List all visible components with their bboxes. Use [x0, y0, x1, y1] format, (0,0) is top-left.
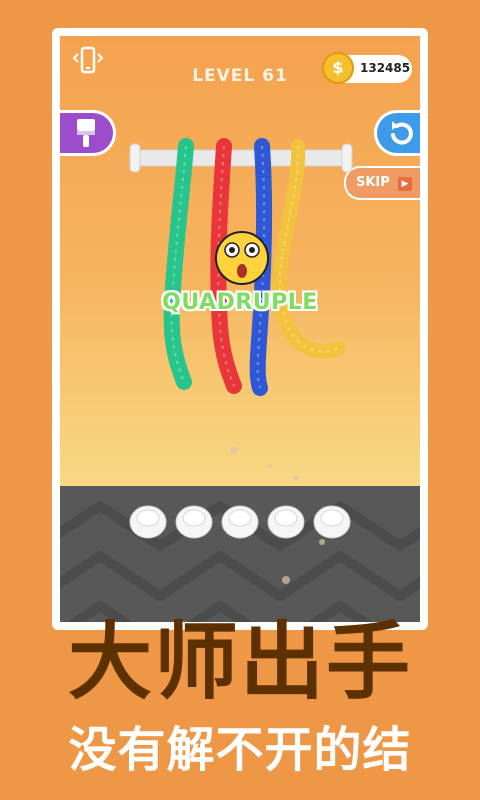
- bar-end-left: [129, 143, 141, 173]
- peg[interactable]: [221, 505, 259, 539]
- game-screen: LEVEL 61 $ 132485 SKIP ▶ QUADRUPLE: [60, 36, 420, 622]
- peg[interactable]: [129, 505, 167, 539]
- rope-bar: [133, 149, 349, 167]
- peg[interactable]: [267, 505, 305, 539]
- peg[interactable]: [313, 505, 351, 539]
- peg[interactable]: [175, 505, 213, 539]
- rope-scene[interactable]: [60, 36, 420, 622]
- rope-yellow[interactable]: [272, 139, 345, 359]
- banner-subtitle: 没有解不开的结: [68, 722, 412, 778]
- peg-row: [129, 505, 351, 539]
- banner-title: 大师出手: [67, 613, 412, 711]
- bar-end-right: [341, 143, 353, 173]
- combo-text: QUADRUPLE: [162, 290, 318, 315]
- shocked-face-icon: [215, 231, 269, 285]
